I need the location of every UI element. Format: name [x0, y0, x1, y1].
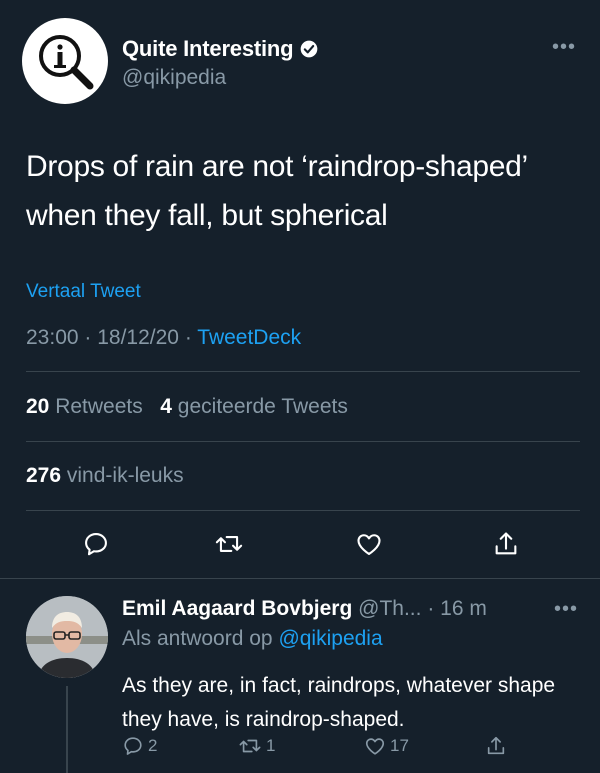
reply-reply-button[interactable]: 2	[122, 735, 157, 757]
reply-share-button[interactable]	[485, 735, 507, 757]
tweet-time[interactable]: 23:00	[26, 326, 79, 349]
reply-like-count: 17	[390, 736, 409, 755]
replying-to: Als antwoord op @qikipedia	[122, 627, 383, 651]
author-handle[interactable]: @qikipedia	[122, 66, 226, 90]
reply-icon	[124, 737, 142, 755]
person-photo	[26, 596, 108, 678]
reply-reply-count: 2	[148, 736, 158, 755]
retweets-label: Retweets	[55, 395, 143, 418]
author-display-name[interactable]: Quite Interesting	[122, 36, 294, 62]
reply-retweet-count: 1	[266, 736, 276, 755]
tweet-text: Drops of rain are not ‘raindrop-shaped’ …	[26, 150, 527, 232]
tweet-meta: 23:00 · 18/12/20 · TweetDeck	[26, 326, 301, 350]
reply-icon[interactable]	[78, 526, 114, 562]
quotes-count: 4	[160, 395, 172, 418]
likes-count: 276	[26, 464, 62, 487]
more-options-icon[interactable]: •••	[552, 36, 576, 59]
retweet-icon	[239, 739, 261, 753]
share-icon	[487, 736, 505, 755]
reply-text: As they are, in fact, raindrops, whateve…	[122, 674, 556, 731]
like-icon	[365, 738, 385, 755]
divider	[0, 578, 600, 579]
author-name-row[interactable]: Quite Interesting	[122, 36, 319, 62]
divider	[26, 371, 580, 372]
likes-label: vind-ik-leuks	[66, 464, 184, 487]
translate-tweet-link[interactable]: Vertaal Tweet	[26, 281, 141, 303]
replying-prefix: Als antwoord op	[122, 627, 273, 650]
reply-author-name[interactable]: Emil Aagaard Bovbjerg	[122, 597, 352, 620]
replying-to-handle[interactable]: @qikipedia	[278, 627, 382, 650]
reply-time[interactable]: · 16 m	[427, 597, 487, 620]
reply-like-button[interactable]: 17	[364, 735, 409, 757]
meta-separator: ·	[84, 326, 98, 349]
verified-badge-icon	[301, 40, 318, 58]
reply-more-options-icon[interactable]: •••	[554, 598, 578, 621]
retweet-stats[interactable]: 20 Retweets 4 geciteerde Tweets	[26, 395, 348, 419]
quotes-label: geciteerde Tweets	[177, 395, 348, 418]
qi-logo-icon	[39, 35, 94, 90]
reply-author-avatar[interactable]	[26, 596, 108, 678]
tweet-date[interactable]: 18/12/20	[97, 326, 179, 349]
tweet-source[interactable]: TweetDeck	[197, 326, 301, 349]
tweet-action-bar	[0, 526, 600, 562]
reply-author-handle[interactable]: @Th...	[358, 597, 421, 620]
likes-stats[interactable]: 276 vind-ik-leuks	[26, 464, 184, 488]
author-avatar[interactable]	[22, 18, 108, 104]
divider	[26, 441, 580, 442]
like-icon[interactable]	[351, 526, 387, 562]
reply-retweet-button[interactable]: 1	[238, 735, 275, 757]
divider	[26, 510, 580, 511]
retweet-icon[interactable]	[211, 526, 247, 562]
reply-header: Emil Aagaard Bovbjerg @Th... · 16 m	[122, 597, 487, 621]
retweets-count: 20	[26, 395, 50, 418]
reply-action-bar: 2 1 17	[0, 735, 600, 763]
meta-separator: ·	[184, 326, 198, 349]
share-icon[interactable]	[488, 526, 524, 562]
